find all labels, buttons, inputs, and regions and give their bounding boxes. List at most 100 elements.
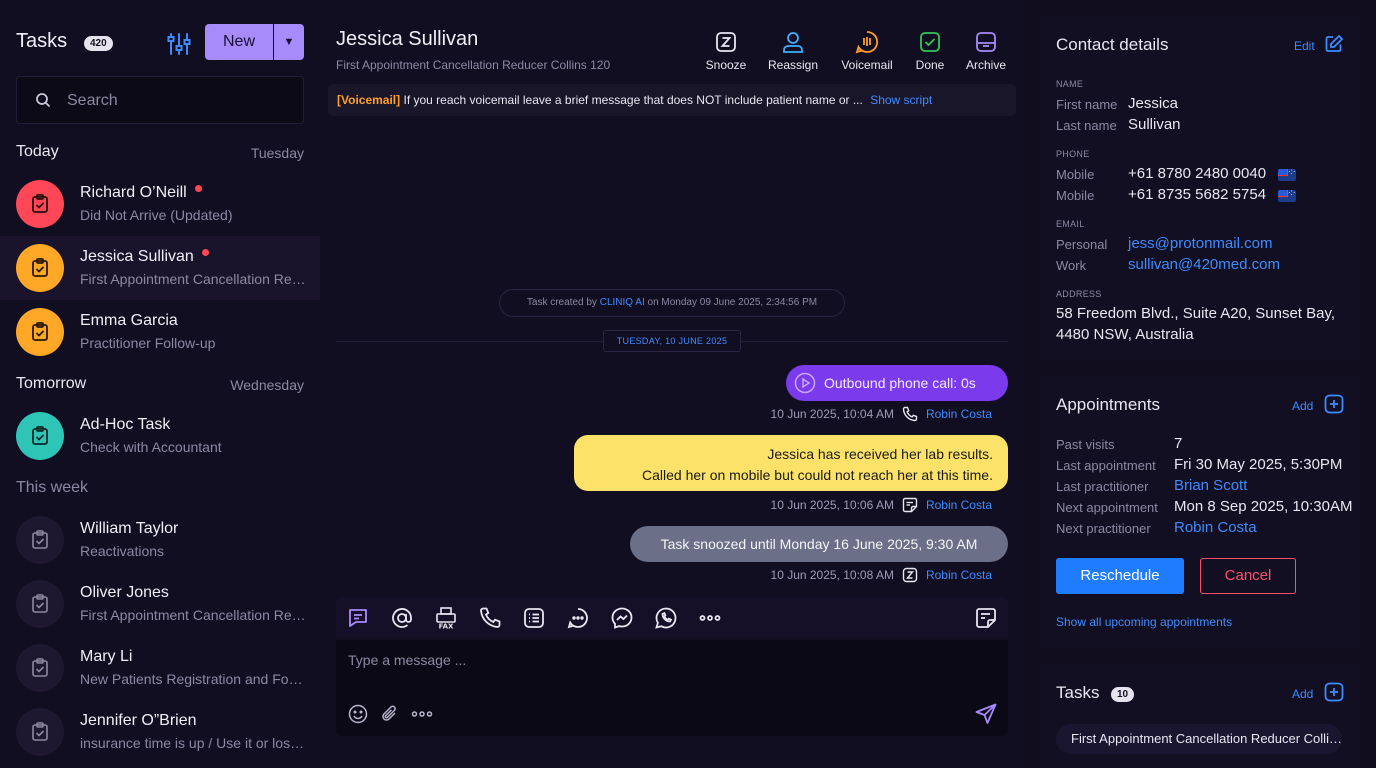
more-options-icon[interactable] bbox=[410, 704, 434, 724]
reschedule-button[interactable]: Reschedule bbox=[1056, 558, 1184, 594]
banner-text: If you reach voicemail leave a brief mes… bbox=[403, 93, 863, 107]
sms-bubble-icon[interactable] bbox=[566, 606, 590, 630]
done-label: Done bbox=[915, 58, 945, 72]
fax-icon[interactable]: FAX bbox=[434, 606, 458, 630]
voicemail-icon bbox=[855, 31, 879, 54]
new-task-dropdown-button[interactable]: ▼ bbox=[274, 24, 304, 60]
task-name: Richard O’Neill bbox=[80, 184, 202, 202]
edit-pencil-icon[interactable] bbox=[1324, 34, 1344, 54]
new-task-button[interactable]: New bbox=[205, 24, 273, 60]
section-today-day: Tuesday bbox=[250, 145, 304, 161]
snooze-label: Snooze bbox=[705, 58, 747, 72]
task-item[interactable]: Jennifer O”Brien insurance time is up / … bbox=[0, 700, 320, 764]
task-subtitle: Practitioner Follow-up bbox=[80, 335, 216, 351]
caret-down-icon: ▼ bbox=[283, 36, 295, 48]
at-email-icon[interactable] bbox=[390, 606, 414, 630]
composer-channel-toolbar: FAX bbox=[336, 598, 1008, 638]
task-name: Mary Li bbox=[80, 648, 133, 665]
cancel-appointment-button[interactable]: Cancel bbox=[1200, 558, 1296, 594]
whatsapp-icon[interactable] bbox=[654, 606, 678, 630]
message-author[interactable]: Robin Costa bbox=[926, 568, 992, 582]
practitioner-link[interactable]: Brian Scott bbox=[1174, 477, 1247, 494]
note-chat-icon[interactable] bbox=[346, 606, 370, 630]
message-time: 10 Jun 2025, 10:08 AM bbox=[770, 568, 894, 582]
task-item[interactable]: Ad-Hoc Task Check with Accountant bbox=[0, 404, 320, 468]
task-item[interactable]: Richard O’Neill Did Not Arrive (Updated) bbox=[0, 172, 320, 236]
phone-number[interactable]: +61 8780 2480 0040 bbox=[1128, 165, 1266, 182]
message-author[interactable]: Robin Costa bbox=[926, 407, 992, 421]
email-address-link[interactable]: sullivan@420med.com bbox=[1128, 256, 1280, 273]
voicemail-script-banner: [Voicemail] If you reach voicemail leave… bbox=[328, 84, 1016, 116]
task-name: Ad-Hoc Task bbox=[80, 416, 171, 433]
message-author[interactable]: Robin Costa bbox=[926, 498, 992, 512]
appointments-card: Appointments Add Past visits 7 Last appo… bbox=[1040, 376, 1360, 648]
task-avatar bbox=[16, 580, 64, 628]
task-subtitle: Reactivations bbox=[80, 543, 165, 559]
list-form-icon[interactable] bbox=[522, 606, 546, 630]
reassign-button[interactable]: Reassign bbox=[764, 30, 822, 72]
created-by-link[interactable]: CLINIQ AI bbox=[600, 297, 645, 308]
appointment-value: Mon 8 Sep 2025, 10:30AM bbox=[1174, 498, 1353, 515]
clipboard-check-icon bbox=[32, 322, 48, 341]
clipboard-check-icon bbox=[32, 258, 48, 277]
message-input[interactable] bbox=[348, 652, 948, 676]
snooze-button[interactable]: Snooze bbox=[704, 30, 748, 72]
contact-tasks-count-badge: 10 bbox=[1111, 687, 1135, 702]
add-task-link[interactable]: Add bbox=[1292, 687, 1313, 701]
outbound-call-bubble[interactable]: Outbound phone call: 0s bbox=[786, 365, 1008, 401]
task-name: Oliver Jones bbox=[80, 584, 169, 601]
task-avatar bbox=[16, 708, 64, 756]
last-name-key: Last name bbox=[1056, 118, 1117, 133]
conversation-panel: Jessica Sullivan First Appointment Cance… bbox=[320, 0, 1024, 768]
task-item[interactable]: William Taylor Reactivations bbox=[0, 508, 320, 572]
phone-icon[interactable] bbox=[478, 606, 502, 630]
emoji-icon[interactable] bbox=[348, 704, 368, 724]
internal-note-icon[interactable] bbox=[974, 606, 998, 630]
send-icon[interactable] bbox=[974, 702, 998, 726]
appointment-value: 7 bbox=[1174, 435, 1183, 452]
edit-contact-link[interactable]: Edit bbox=[1294, 39, 1315, 53]
phone-type: Mobile bbox=[1056, 188, 1095, 203]
clipboard-check-icon bbox=[32, 594, 48, 613]
search-input[interactable] bbox=[67, 89, 287, 113]
done-button[interactable]: Done bbox=[910, 30, 950, 72]
email-address-link[interactable]: jess@protonmail.com bbox=[1128, 235, 1272, 252]
more-horizontal-icon[interactable] bbox=[698, 606, 722, 630]
appointments-title: Appointments bbox=[1056, 395, 1160, 414]
archive-button[interactable]: Archive bbox=[960, 30, 1012, 72]
australia-flag-icon bbox=[1278, 190, 1296, 202]
task-subtitle: First Appointment Cancellation Reducer C… bbox=[80, 271, 306, 287]
play-icon[interactable] bbox=[794, 372, 816, 394]
task-item[interactable]: Mary Li New Patients Registration and Fo… bbox=[0, 636, 320, 700]
voicemail-button[interactable]: Voicemail bbox=[836, 30, 898, 72]
add-appointment-link[interactable]: Add bbox=[1292, 399, 1313, 413]
snooze-icon bbox=[902, 567, 918, 583]
task-name: Emma Garcia bbox=[80, 312, 178, 329]
conversation-contact-name: Jessica Sullivan bbox=[336, 28, 479, 50]
task-item[interactable]: Oliver Jones First Appointment Cancellat… bbox=[0, 572, 320, 636]
task-item-selected[interactable]: Jessica Sullivan First Appointment Cance… bbox=[0, 236, 320, 300]
practitioner-link[interactable]: Robin Costa bbox=[1174, 519, 1257, 536]
add-square-icon[interactable] bbox=[1324, 682, 1344, 702]
appointment-key: Last appointment bbox=[1056, 458, 1156, 473]
message-meta: 10 Jun 2025, 10:06 AM Robin Costa bbox=[771, 497, 992, 513]
note-line-1: Jessica has received her lab results. bbox=[767, 446, 993, 462]
add-square-icon[interactable] bbox=[1324, 394, 1344, 414]
messenger-icon[interactable] bbox=[610, 606, 634, 630]
contact-details-title: Contact details bbox=[1056, 35, 1169, 54]
unread-dot bbox=[201, 249, 209, 257]
clipboard-check-icon bbox=[32, 194, 48, 213]
task-item[interactable]: Emma Garcia Practitioner Follow-up bbox=[0, 300, 320, 364]
contact-details-card: Contact details Edit NAME First name Jes… bbox=[1040, 16, 1360, 360]
attachment-icon[interactable] bbox=[380, 704, 400, 724]
show-all-appointments-link[interactable]: Show all upcoming appointments bbox=[1056, 615, 1232, 629]
phone-icon bbox=[902, 406, 918, 422]
task-subtitle: Check with Accountant bbox=[80, 439, 222, 455]
phone-number[interactable]: +61 8735 5682 5754 bbox=[1128, 186, 1266, 203]
contact-task-pill[interactable]: First Appointment Cancellation Reducer C… bbox=[1056, 724, 1342, 754]
filter-sliders-icon[interactable] bbox=[166, 31, 192, 57]
show-script-link[interactable]: Show script bbox=[870, 93, 932, 107]
appointment-key: Next appointment bbox=[1056, 500, 1158, 515]
task-avatar bbox=[16, 412, 64, 460]
task-name: Jessica Sullivan bbox=[80, 248, 209, 266]
